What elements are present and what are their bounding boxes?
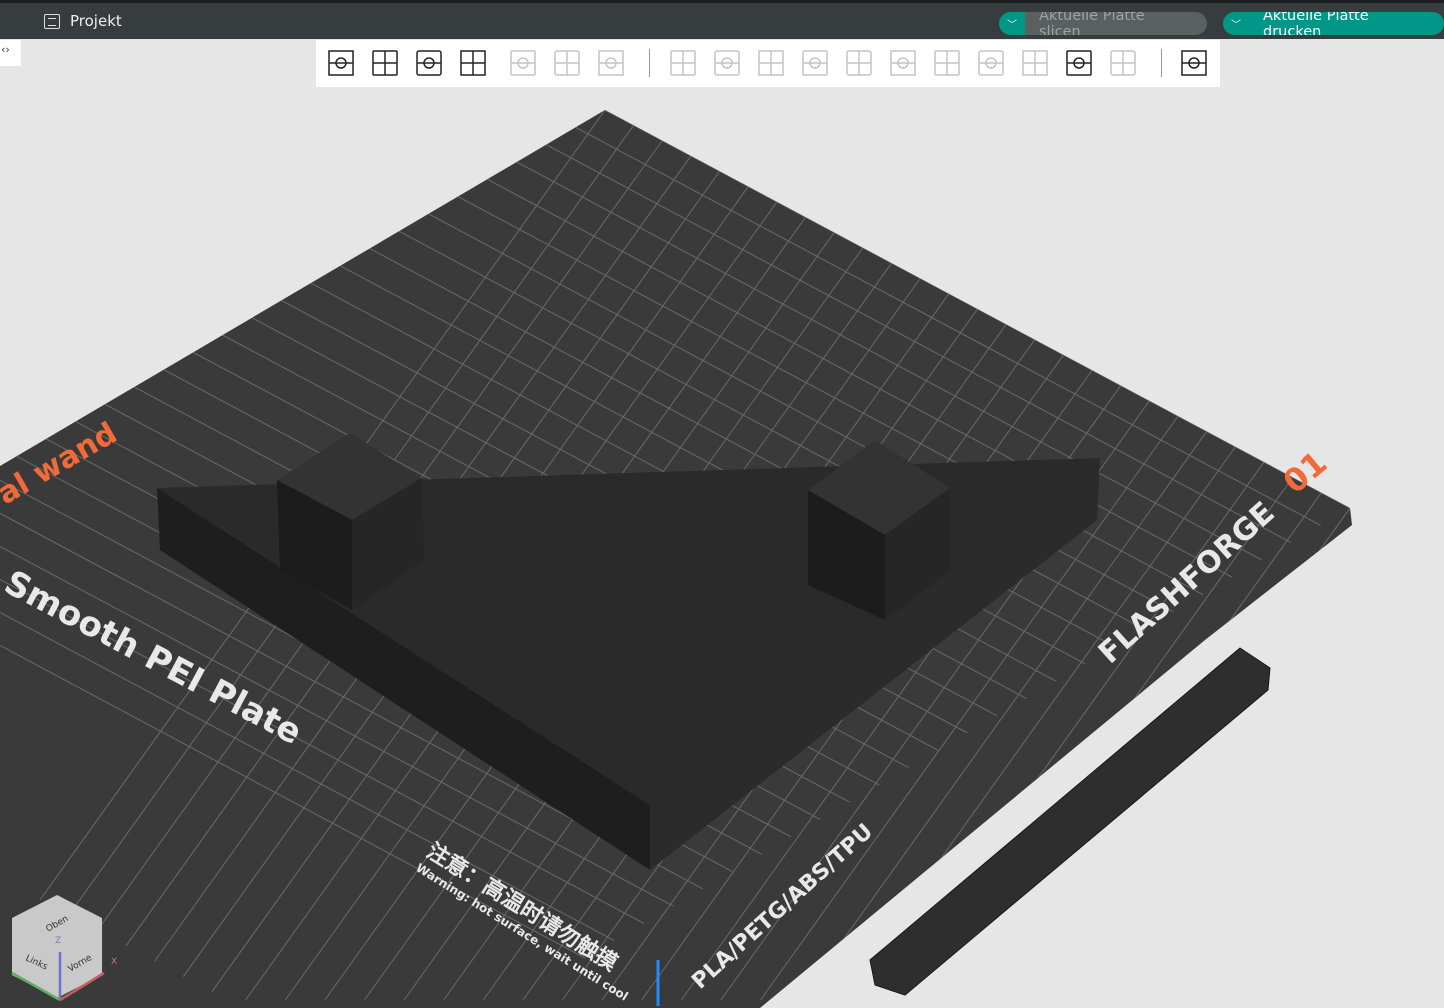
top-bar: Projekt ﹀ Aktuelle Platte slicen ﹀ Aktuell… [0,0,1444,39]
split-parts-button[interactable] [550,45,586,81]
rotate-button[interactable] [710,45,746,81]
toolbar-separator [649,49,650,77]
add-object-icon [328,50,354,76]
assembly-button[interactable] [1177,45,1213,81]
seam-paint-icon [978,50,1004,76]
measure-button[interactable] [1106,45,1142,81]
lay-on-face-icon [802,50,828,76]
move-icon [670,50,696,76]
slice-label: Aktuelle Platte slicen [1025,12,1207,35]
seam-paint-button[interactable] [974,45,1010,81]
split-parts-icon [554,50,580,76]
add-plate-icon [372,50,398,76]
arrange-icon [460,50,486,76]
text-button[interactable] [1062,45,1098,81]
lay-on-face-button[interactable] [798,45,834,81]
boolean-button[interactable] [886,45,922,81]
scale-icon [758,50,784,76]
color-paint-icon [1022,50,1048,76]
arrange-button[interactable] [456,45,492,81]
scale-button[interactable] [754,45,790,81]
support-paint-icon [934,50,960,76]
print-plate-button[interactable]: ﹀ Aktuelle Platte drucken [1223,12,1444,35]
3d-viewport[interactable]: Smooth PEI Plate al wand FLASHFORGE 01 P… [0,0,1444,1008]
color-paint-button[interactable] [1018,45,1054,81]
boolean-icon [890,50,916,76]
measure-icon [1110,50,1136,76]
layers-icon [598,50,624,76]
toolbar-separator [1161,49,1162,77]
move-button[interactable] [666,45,702,81]
support-paint-button[interactable] [930,45,966,81]
cut-icon [846,50,872,76]
project-label: Projekt [70,12,122,30]
split-objects-icon [510,50,536,76]
view-cube[interactable]: Oben Links Vorne Z X [0,880,130,1006]
chevron-down-icon[interactable]: ﹀ [1223,12,1249,35]
auto-orient-icon [416,50,442,76]
auto-orient-button[interactable] [412,45,448,81]
rotate-icon [714,50,740,76]
cut-button[interactable] [842,45,878,81]
axis-x-label: X [111,957,117,967]
print-label: Aktuelle Platte drucken [1249,12,1444,35]
toolbar [316,40,1220,87]
axis-z-label: Z [55,936,61,946]
layers-button[interactable] [594,45,630,81]
add-object-button[interactable] [324,45,360,81]
chevron-down-icon[interactable]: ﹀ [999,12,1025,35]
sidebar-toggle[interactable]: ‹› [0,40,21,66]
split-objects-button[interactable] [506,45,542,81]
assembly-icon [1181,50,1207,76]
text-icon [1066,50,1092,76]
list-icon [44,13,60,29]
add-plate-button[interactable] [368,45,404,81]
project-menu[interactable]: Projekt [44,12,122,30]
slice-plate-button[interactable]: ﹀ Aktuelle Platte slicen [999,12,1207,35]
